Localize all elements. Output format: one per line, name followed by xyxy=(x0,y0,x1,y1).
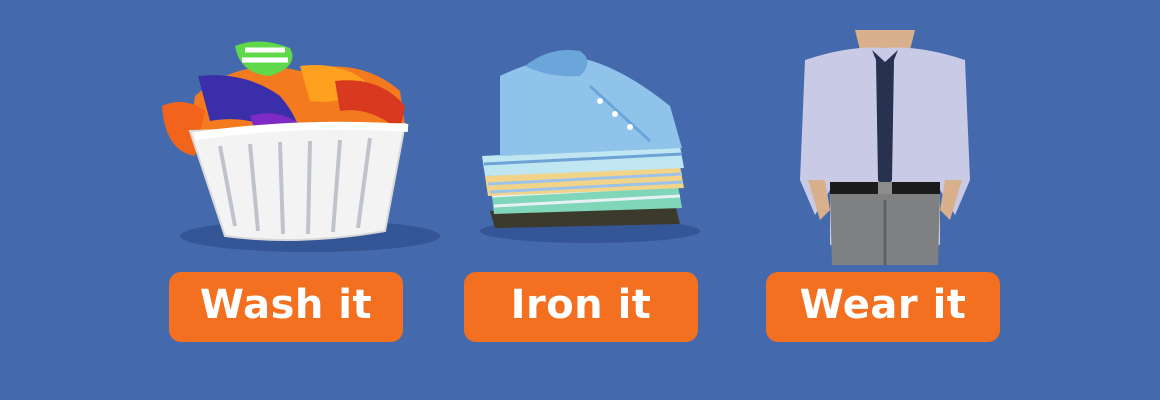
wash-iron-wear-banner: Wash it Iron it Wear it xyxy=(0,0,1160,400)
iron-it-label: Iron it xyxy=(510,282,652,328)
folded-shirts-icon xyxy=(470,46,700,246)
wear-it-label: Wear it xyxy=(799,282,967,328)
dressed-man-icon xyxy=(790,30,980,265)
laundry-basket-icon xyxy=(150,36,440,256)
wear-it-button[interactable]: Wear it xyxy=(766,272,1000,342)
iron-it-button[interactable]: Iron it xyxy=(464,272,698,342)
wash-it-button[interactable]: Wash it xyxy=(169,272,403,342)
wash-it-label: Wash it xyxy=(199,282,373,328)
